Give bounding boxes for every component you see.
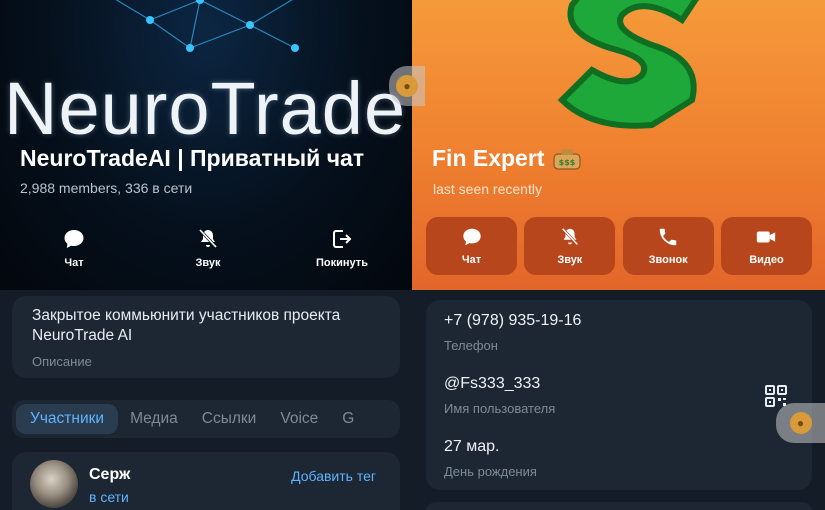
floating-assistant-button[interactable]: ● bbox=[776, 403, 825, 443]
user-info-card: +7 (978) 935-19-16 Телефон @Fs333_333 Им… bbox=[426, 300, 812, 490]
user-action-bar: Чат Звук Звонок Видео bbox=[426, 217, 812, 275]
accessibility-icon: ● bbox=[789, 412, 812, 434]
member-name: Серж bbox=[89, 466, 131, 483]
bell-muted-icon bbox=[198, 228, 218, 249]
tab-voice[interactable]: Voice bbox=[268, 404, 330, 434]
video-button-label: Видео bbox=[749, 254, 784, 266]
username-row[interactable]: @Fs333_333 Имя пользователя bbox=[444, 375, 555, 416]
group-member-count: 2,988 members, 336 в сети bbox=[20, 180, 193, 196]
media-tabs: Участники Медиа Ссылки Voice G bbox=[12, 400, 400, 438]
tab-more[interactable]: G bbox=[330, 404, 366, 434]
phone-number: +7 (978) 935-19-16 bbox=[444, 312, 582, 329]
dollar-sign-graphic bbox=[557, 0, 699, 129]
logout-icon bbox=[333, 230, 352, 248]
member-status: в сети bbox=[89, 489, 129, 505]
username-value: @Fs333_333 bbox=[444, 375, 541, 392]
message-button[interactable]: Чат bbox=[426, 217, 517, 275]
user-title: Fin Expert $$$ bbox=[432, 145, 582, 172]
member-list-item[interactable]: Серж в сети Добавить тег bbox=[12, 452, 400, 510]
call-button[interactable]: Звонок bbox=[622, 217, 714, 275]
chat-button[interactable]: Чат bbox=[8, 218, 140, 278]
phone-row[interactable]: +7 (978) 935-19-16 Телефон bbox=[444, 312, 581, 353]
add-tag-link[interactable]: Добавить тег bbox=[291, 468, 376, 484]
money-bag-icon: $$$ bbox=[553, 148, 582, 170]
last-seen-status: last seen recently bbox=[433, 181, 542, 197]
user-profile-panel: Fin Expert $$$ last seen recently Чат Зв… bbox=[412, 0, 825, 510]
tab-links[interactable]: Ссылки bbox=[190, 404, 269, 434]
username-label: Имя пользователя bbox=[444, 401, 556, 416]
sound-button-label: Звук bbox=[195, 257, 221, 269]
tab-media[interactable]: Медиа bbox=[118, 404, 190, 434]
video-camera-icon bbox=[757, 231, 776, 243]
phone-label: Телефон bbox=[444, 338, 498, 353]
user-name: Fin Expert bbox=[432, 145, 545, 171]
message-button-label: Чат bbox=[461, 254, 482, 266]
chat-button-label: Чат bbox=[64, 257, 84, 269]
leave-button-label: Покинуть bbox=[316, 257, 368, 269]
next-card-edge bbox=[426, 502, 812, 510]
group-action-bar: Чат Звук Покинуть bbox=[8, 218, 408, 278]
floating-assistant-button[interactable]: ● bbox=[389, 66, 425, 106]
chat-bubble-icon bbox=[64, 230, 84, 248]
video-button[interactable]: Видео bbox=[720, 217, 812, 275]
avatar bbox=[30, 460, 78, 508]
accessibility-icon: ● bbox=[396, 75, 418, 97]
birthday-value: 27 мар. bbox=[444, 438, 500, 455]
call-button-label: Звонок bbox=[648, 254, 688, 266]
sound-button[interactable]: Звук bbox=[142, 218, 274, 278]
birthday-label: День рождения bbox=[444, 464, 537, 479]
brand-logo-text: NeuroTrade bbox=[4, 67, 407, 150]
group-title: NeuroTradeAI | Приватный чат bbox=[20, 145, 365, 171]
svg-text:$$$: $$$ bbox=[559, 158, 576, 167]
bell-muted-icon bbox=[561, 227, 579, 246]
group-profile-panel: NeuroTrade NeuroTradeAI | Приватный чат … bbox=[0, 0, 412, 510]
mute-button[interactable]: Звук bbox=[524, 217, 616, 275]
neural-network-graphic bbox=[115, 0, 299, 52]
description-card: Закрытое коммьюнити участников проекта N… bbox=[12, 296, 400, 378]
user-header: Fin Expert $$$ last seen recently Чат Зв… bbox=[412, 0, 825, 290]
group-header: NeuroTrade NeuroTradeAI | Приватный чат … bbox=[0, 0, 412, 290]
screenshot-root: NeuroTrade NeuroTradeAI | Приватный чат … bbox=[0, 0, 825, 510]
description-text: Закрытое коммьюнити участников проекта N… bbox=[32, 307, 341, 344]
chat-bubble-icon bbox=[462, 228, 481, 246]
mute-button-label: Звук bbox=[557, 254, 583, 266]
birthday-row[interactable]: 27 мар. День рождения bbox=[444, 438, 537, 479]
phone-icon bbox=[659, 228, 677, 246]
leave-button[interactable]: Покинуть bbox=[276, 218, 408, 278]
tab-members[interactable]: Участники bbox=[16, 404, 119, 434]
description-label: Описание bbox=[32, 354, 92, 369]
